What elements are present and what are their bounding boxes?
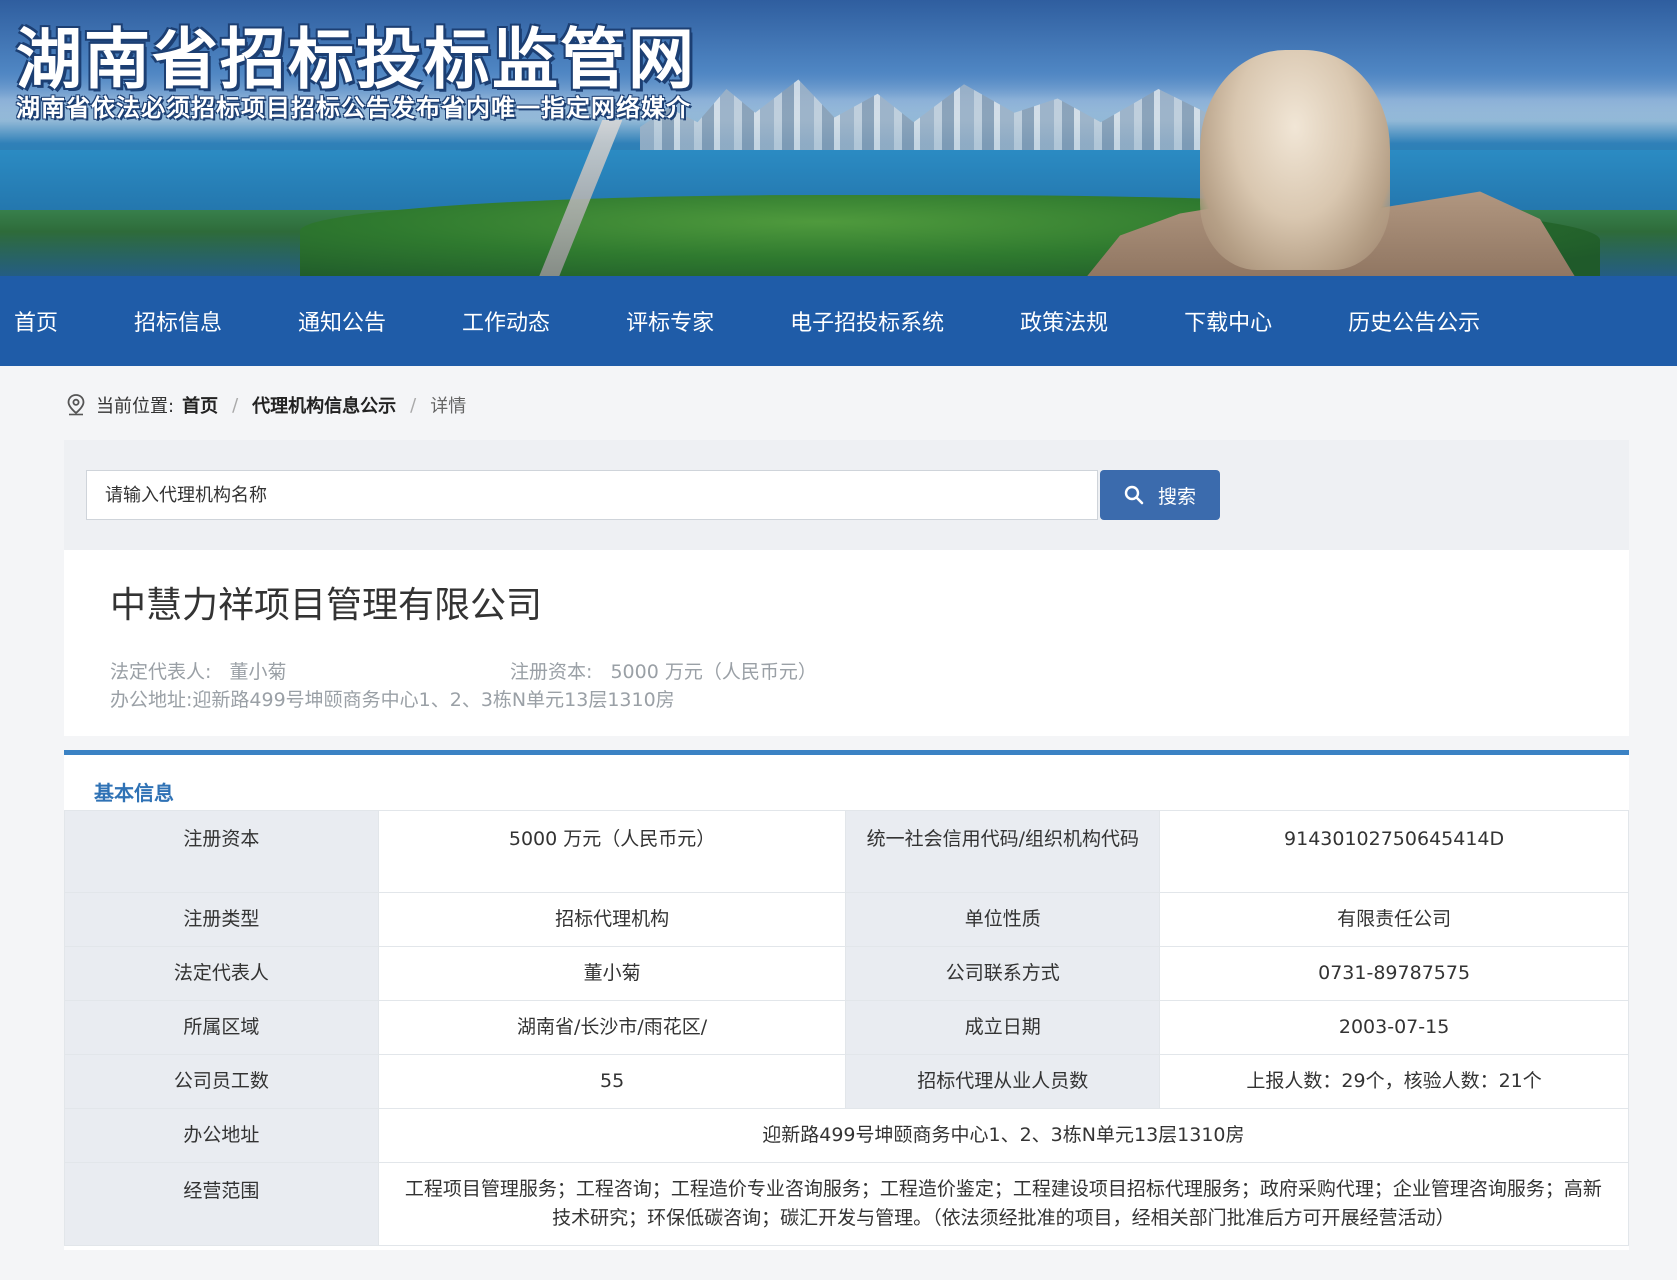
info-value: 有限责任公司 xyxy=(1159,892,1629,947)
nav-item-downloads[interactable]: 下载中心 xyxy=(1184,276,1272,366)
breadcrumb-prefix: 当前位置: xyxy=(96,396,175,417)
capital-label: 注册资本: xyxy=(510,661,593,683)
nav-item-history[interactable]: 历史公告公示 xyxy=(1348,276,1480,366)
info-label: 经营范围 xyxy=(64,1162,379,1246)
info-label: 公司员工数 xyxy=(64,1054,379,1109)
nav-item-home[interactable]: 首页 xyxy=(14,276,58,366)
info-label: 单位性质 xyxy=(845,892,1161,947)
search-icon xyxy=(1124,485,1144,505)
info-value: 91430102750645414D xyxy=(1159,810,1629,893)
breadcrumb-separator: / xyxy=(232,394,239,416)
company-name: 中慧力祥项目管理有限公司 xyxy=(110,585,543,626)
table-row: 所属区域 湖南省/长沙市/雨花区/ 成立日期 2003-07-15 xyxy=(64,1000,1629,1055)
info-label: 注册资本 xyxy=(64,810,379,893)
capital-meta: 注册资本: 5000 万元（人民币元） xyxy=(510,657,817,684)
company-summary-card: 中慧力祥项目管理有限公司 法定代表人: 董小菊 注册资本: 5000 万元（人民… xyxy=(64,550,1629,736)
info-value: 55 xyxy=(377,1054,847,1109)
info-value: 0731-89787575 xyxy=(1159,946,1629,1001)
table-row: 法定代表人 董小菊 公司联系方式 0731-89787575 xyxy=(64,946,1629,1001)
info-value: 5000 万元（人民币元） xyxy=(377,810,847,893)
info-label: 办公地址 xyxy=(64,1108,379,1163)
nav-item-experts[interactable]: 评标专家 xyxy=(626,276,714,366)
address-value: 迎新路499号坤颐商务中心1、2、3栋N单元13层1310房 xyxy=(192,689,675,711)
nav-item-work-news[interactable]: 工作动态 xyxy=(462,276,550,366)
info-label: 公司联系方式 xyxy=(845,946,1161,1001)
info-label: 招标代理从业人员数 xyxy=(845,1054,1161,1109)
breadcrumb-current: 详情 xyxy=(430,396,467,417)
info-value: 招标代理机构 xyxy=(377,892,847,947)
info-value: 上报人数：29个，核验人数：21个 xyxy=(1159,1054,1629,1109)
info-value: 董小菊 xyxy=(377,946,847,1001)
business-scope-value: 工程项目管理服务；工程咨询；工程造价专业咨询服务；工程造价鉴定；工程建设项目招标… xyxy=(377,1162,1630,1246)
basic-info-title: 基本信息 xyxy=(94,781,174,805)
legal-rep-value: 董小菊 xyxy=(229,661,287,683)
banner-statue xyxy=(1200,50,1390,270)
site-subtitle: 湖南省依法必须招标项目招标公告发布省内唯一指定网络媒介 xyxy=(16,94,691,122)
table-row: 经营范围 工程项目管理服务；工程咨询；工程造价专业咨询服务；工程造价鉴定；工程建… xyxy=(64,1162,1630,1246)
main-nav: 首页 招标信息 通知公告 工作动态 评标专家 电子招投标系统 政策法规 下载中心… xyxy=(0,276,1677,366)
info-label: 成立日期 xyxy=(845,1000,1161,1055)
nav-item-policies[interactable]: 政策法规 xyxy=(1020,276,1108,366)
nav-item-bidding-info[interactable]: 招标信息 xyxy=(134,276,222,366)
search-button-label: 搜索 xyxy=(1157,485,1196,508)
location-pin-icon xyxy=(67,394,85,416)
address-meta: 办公地址:迎新路499号坤颐商务中心1、2、3栋N单元13层1310房 xyxy=(110,685,675,712)
info-value: 湖南省/长沙市/雨花区/ xyxy=(377,1000,847,1055)
breadcrumb-separator: / xyxy=(410,394,417,416)
legal-rep-label: 法定代表人: xyxy=(110,661,212,683)
breadcrumb: 当前位置: 首页 / 代理机构信息公示 / 详情 xyxy=(66,390,466,420)
breadcrumb-home-link[interactable]: 首页 xyxy=(182,392,218,418)
address-label: 办公地址: xyxy=(110,689,193,711)
info-label: 所属区域 xyxy=(64,1000,379,1055)
table-row: 注册资本 5000 万元（人民币元） 统一社会信用代码/组织机构代码 91430… xyxy=(64,810,1629,893)
capital-value: 5000 万元（人民币元） xyxy=(610,661,817,683)
info-value: 迎新路499号坤颐商务中心1、2、3栋N单元13层1310房 xyxy=(377,1108,1630,1163)
legal-rep-meta: 法定代表人: 董小菊 xyxy=(110,657,286,684)
basic-info-table: 注册资本 5000 万元（人民币元） 统一社会信用代码/组织机构代码 91430… xyxy=(64,810,1630,1246)
search-panel: 搜索 xyxy=(64,440,1629,550)
info-label: 注册类型 xyxy=(64,892,379,947)
nav-item-notices[interactable]: 通知公告 xyxy=(298,276,386,366)
info-label: 法定代表人 xyxy=(64,946,379,1001)
nav-item-e-bidding-system[interactable]: 电子招投标系统 xyxy=(790,276,944,366)
info-value: 2003-07-15 xyxy=(1159,1000,1629,1055)
info-label: 统一社会信用代码/组织机构代码 xyxy=(845,810,1161,893)
search-button[interactable]: 搜索 xyxy=(1100,470,1220,520)
basic-info-section: 基本信息 注册资本 5000 万元（人民币元） 统一社会信用代码/组织机构代码 … xyxy=(64,750,1630,1250)
table-row: 公司员工数 55 招标代理从业人员数 上报人数：29个，核验人数：21个 xyxy=(64,1054,1629,1109)
table-row: 办公地址 迎新路499号坤颐商务中心1、2、3栋N单元13层1310房 xyxy=(64,1108,1630,1163)
agency-search-input[interactable] xyxy=(86,470,1098,520)
breadcrumb-section-link[interactable]: 代理机构信息公示 xyxy=(252,392,396,418)
table-row: 注册类型 招标代理机构 单位性质 有限责任公司 xyxy=(64,892,1629,947)
header-banner: 湖南省招标投标监管网 湖南省依法必须招标项目招标公告发布省内唯一指定网络媒介 xyxy=(0,0,1677,276)
